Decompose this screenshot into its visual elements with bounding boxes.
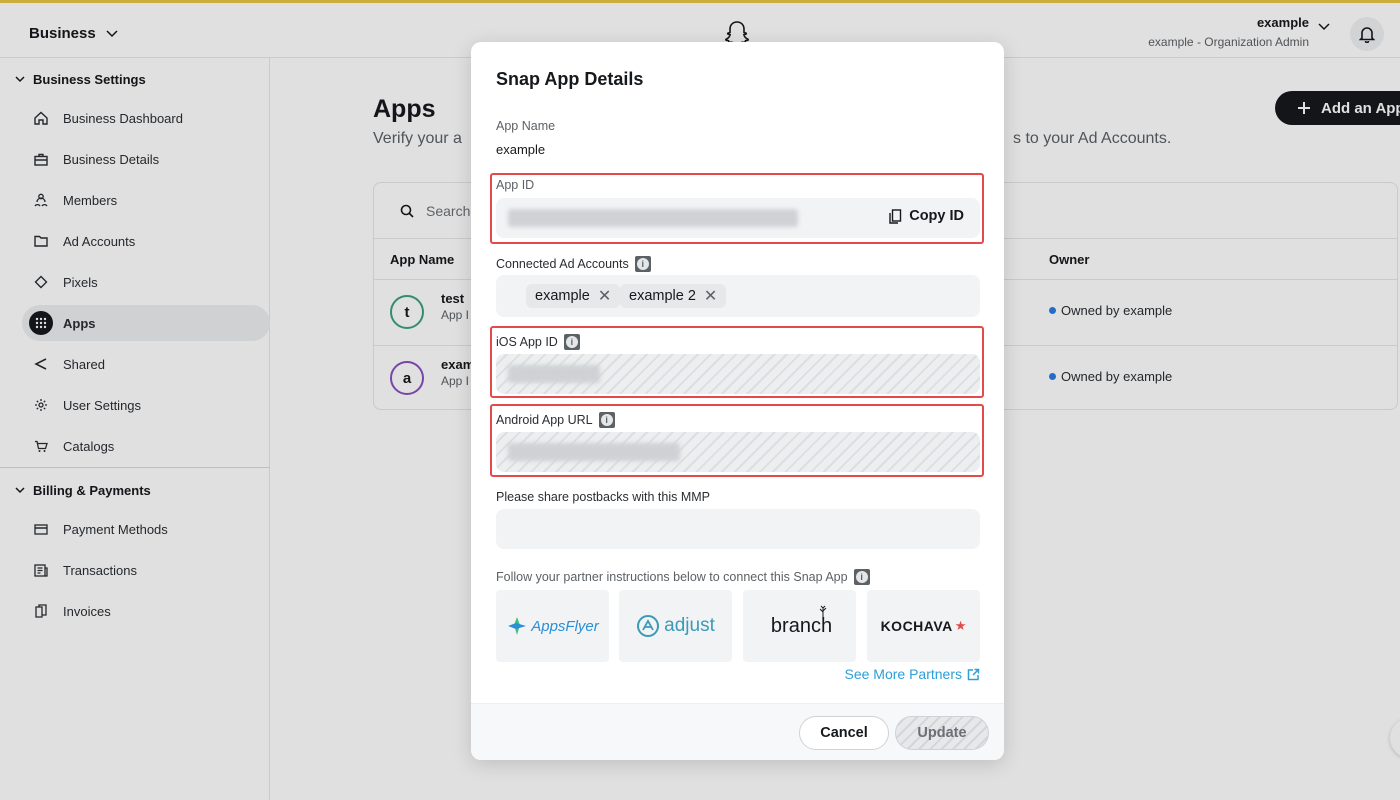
ios-app-id-field[interactable] xyxy=(496,354,980,394)
ad-account-chip: example ✕ xyxy=(526,284,621,308)
connected-ad-accounts-label: Connected Ad Accounts i xyxy=(496,256,651,272)
info-icon[interactable]: i xyxy=(563,334,580,350)
partner-adjust[interactable]: adjust xyxy=(619,590,732,662)
connected-ad-accounts-input[interactable]: example ✕ example 2 ✕ xyxy=(496,275,980,317)
app-id-field: Copy ID xyxy=(496,198,980,238)
partner-kochava[interactable]: KOCHAVA ★ xyxy=(867,590,980,662)
info-icon[interactable]: i xyxy=(598,412,615,428)
partner-branch[interactable]: branch xyxy=(743,590,856,662)
adjust-logo-icon xyxy=(637,615,660,637)
partner-label: adjust xyxy=(664,615,715,636)
redacted-ios-app-id xyxy=(508,365,600,383)
info-icon[interactable]: i xyxy=(853,569,870,585)
mmp-select[interactable] xyxy=(496,509,980,549)
redacted-android-app-url xyxy=(508,443,680,461)
info-icon[interactable]: i xyxy=(634,256,651,272)
partner-instructions-label: Follow your partner instructions below t… xyxy=(496,569,870,585)
snap-app-details-modal: Snap App Details App Name example App ID… xyxy=(471,42,1004,760)
copy-id-button[interactable]: Copy ID xyxy=(889,208,964,224)
update-button[interactable]: Update xyxy=(895,716,989,750)
mmp-label: Please share postbacks with this MMP xyxy=(496,490,710,504)
close-icon[interactable]: ✕ xyxy=(598,286,611,306)
ios-app-id-label: iOS App ID i xyxy=(496,334,580,350)
android-app-url-field[interactable] xyxy=(496,432,980,472)
android-app-url-label: Android App URL i xyxy=(496,412,615,428)
star-icon: ★ xyxy=(954,618,967,633)
modal-footer: Cancel Update xyxy=(471,703,1004,760)
cancel-button[interactable]: Cancel xyxy=(799,716,889,750)
partner-label: KOCHAVA xyxy=(880,618,953,634)
branch-leaf-icon xyxy=(819,605,827,621)
ad-account-chip: example 2 ✕ xyxy=(620,284,727,308)
appsflyer-logo-icon xyxy=(508,617,527,635)
partner-label: AppsFlyer xyxy=(531,617,599,635)
modal-title: Snap App Details xyxy=(496,69,644,89)
redacted-app-id xyxy=(508,209,798,227)
external-link-icon xyxy=(967,668,980,680)
app-name-label: App Name xyxy=(496,119,556,133)
app-name-value: example xyxy=(496,142,546,157)
copy-icon xyxy=(889,208,902,224)
see-more-partners-link[interactable]: See More Partners xyxy=(845,666,981,682)
partner-appsflyer[interactable]: AppsFlyer xyxy=(496,590,609,662)
app-id-label: App ID xyxy=(496,178,535,192)
close-icon[interactable]: ✕ xyxy=(704,286,717,306)
